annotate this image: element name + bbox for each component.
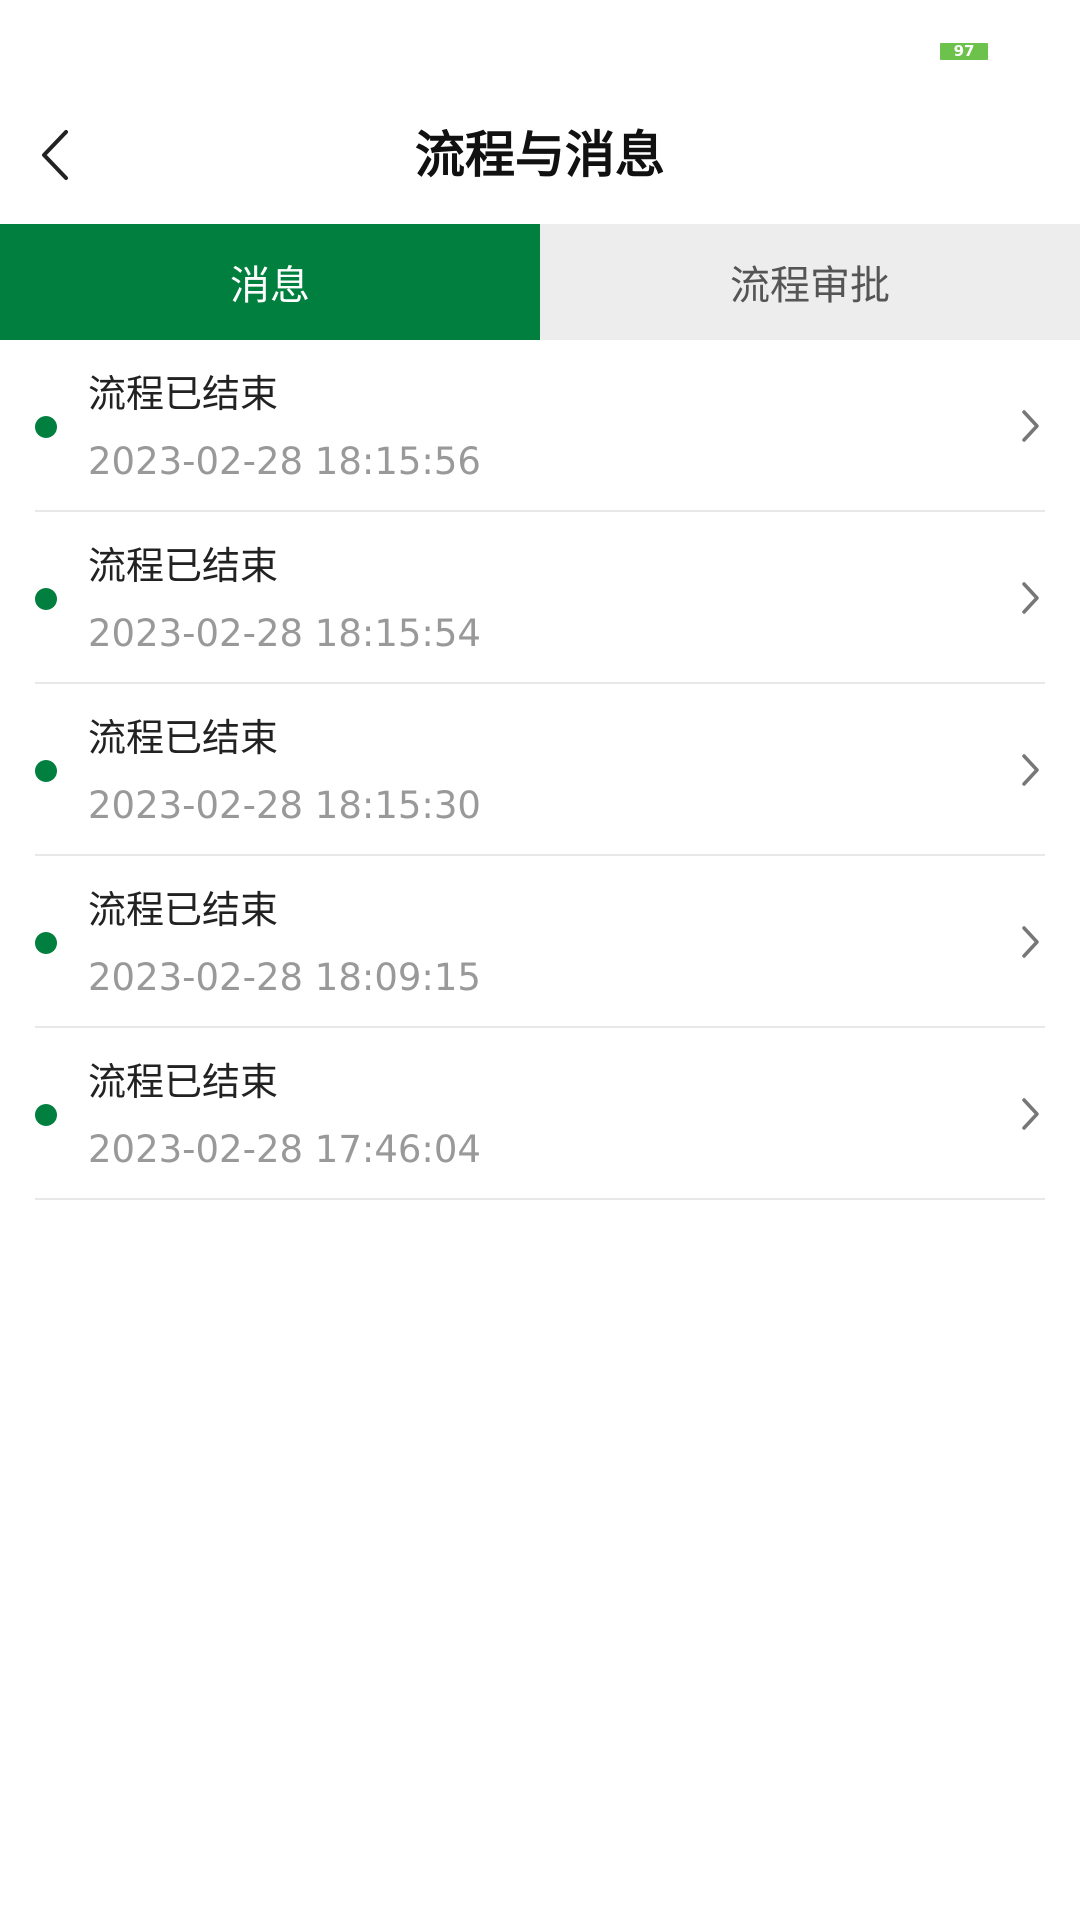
unread-dot — [35, 932, 57, 954]
tab-bar: 消息 流程审批 — [0, 224, 1080, 340]
chevron-right-icon — [1022, 1098, 1039, 1130]
list-item[interactable]: 流程已结束 2023-02-28 18:15:30 — [0, 684, 1080, 856]
page-title: 流程与消息 — [415, 126, 665, 184]
message-list: 流程已结束 2023-02-28 18:15:56 流程已结束 2023-02-… — [0, 340, 1080, 1200]
header: 流程与消息 — [0, 100, 1080, 224]
list-item[interactable]: 流程已结束 2023-02-28 17:46:04 — [0, 1028, 1080, 1200]
message-title: 流程已结束 — [88, 544, 279, 588]
unread-dot — [35, 760, 57, 782]
divider — [35, 1198, 1045, 1200]
unread-dot — [35, 1104, 57, 1126]
tab-messages[interactable]: 消息 — [0, 224, 540, 340]
message-time: 2023-02-28 18:15:56 — [88, 440, 481, 483]
chevron-right-icon — [1022, 926, 1039, 958]
chevron-right-icon — [1022, 582, 1039, 614]
list-item[interactable]: 流程已结束 2023-02-28 18:15:56 — [0, 340, 1080, 512]
battery-indicator: 97 — [940, 43, 988, 60]
chevron-right-icon — [1022, 410, 1039, 442]
message-title: 流程已结束 — [88, 716, 279, 760]
list-item[interactable]: 流程已结束 2023-02-28 18:15:54 — [0, 512, 1080, 684]
unread-dot — [35, 416, 57, 438]
chevron-right-icon — [1022, 754, 1039, 786]
message-time: 2023-02-28 18:15:30 — [88, 784, 481, 827]
status-bar: 97 — [0, 0, 1080, 100]
message-time: 2023-02-28 18:09:15 — [88, 956, 481, 999]
tab-process-approval[interactable]: 流程审批 — [540, 224, 1080, 340]
message-title: 流程已结束 — [88, 888, 279, 932]
message-time: 2023-02-28 17:46:04 — [88, 1128, 481, 1171]
unread-dot — [35, 588, 57, 610]
list-item[interactable]: 流程已结束 2023-02-28 18:09:15 — [0, 856, 1080, 1028]
message-time: 2023-02-28 18:15:54 — [88, 612, 481, 655]
message-title: 流程已结束 — [88, 372, 279, 416]
message-title: 流程已结束 — [88, 1060, 279, 1104]
